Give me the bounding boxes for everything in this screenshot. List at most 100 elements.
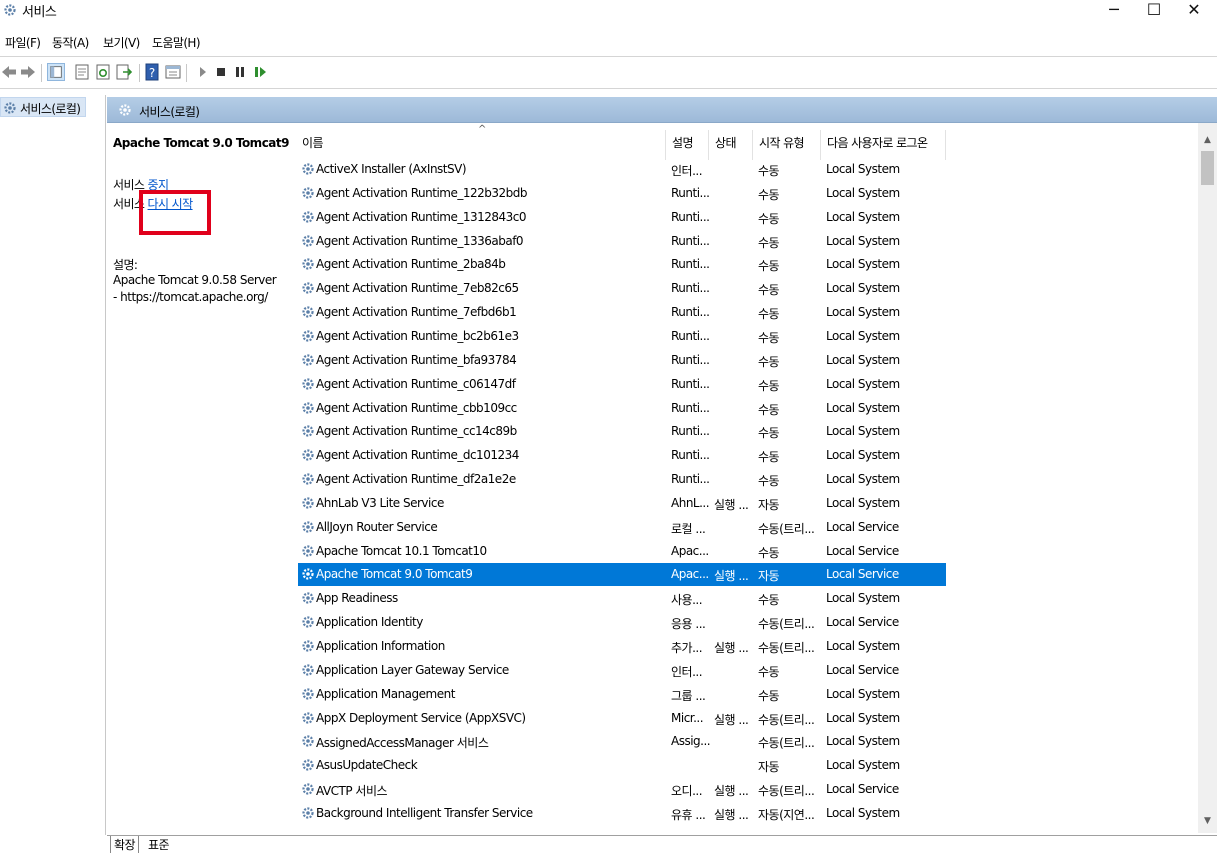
service-name: Agent Activation Runtime_cbb109cc <box>316 400 517 415</box>
tab-standard[interactable]: 표준 <box>145 836 172 853</box>
column-logon-as[interactable]: 다음 사용자로 로그온 <box>821 130 946 160</box>
service-startup-type-cell: 수동 <box>758 664 780 679</box>
gear-icon <box>302 688 314 700</box>
gear-icon <box>302 211 314 223</box>
back-icon[interactable] <box>0 63 18 81</box>
service-description-cell: 응용 ... <box>671 617 706 632</box>
table-row[interactable]: AllJoyn Router Service 로컬 ... 수동(트리... Loca… <box>298 516 946 539</box>
vertical-scrollbar[interactable]: ▲ ▼ <box>1198 123 1217 833</box>
show-hide-console-tree-icon[interactable] <box>47 63 65 81</box>
panel-header-title: 서비스(로컬) <box>139 105 200 119</box>
menu-divider <box>0 56 1217 57</box>
menu-help[interactable]: 도움말(H) <box>152 34 201 51</box>
column-name[interactable]: 이름 <box>296 130 666 160</box>
menu-action[interactable]: 동작(A) <box>52 34 89 51</box>
service-startup-type-cell: 수동(트리... <box>758 784 815 799</box>
menu-file[interactable]: 파일(F) <box>5 34 41 51</box>
table-row[interactable]: Agent Activation Runtime_c06147df Runti..… <box>298 373 946 396</box>
table-row[interactable]: AsusUpdateCheck 자동 Local System <box>298 754 946 777</box>
service-logon-cell: Local Service <box>826 615 899 630</box>
table-row[interactable]: Agent Activation Runtime_7eb82c65 Runti..… <box>298 277 946 300</box>
gear-icon <box>302 234 314 247</box>
refresh-icon[interactable] <box>94 63 112 81</box>
table-row[interactable]: Apache Tomcat 10.1 Tomcat10 Apac... 수동 Loca… <box>298 540 946 563</box>
forward-icon[interactable] <box>19 63 37 81</box>
service-startup-type-cell: 수동 <box>758 545 780 560</box>
gear-icon <box>302 568 314 581</box>
export-list-icon[interactable] <box>115 63 133 81</box>
toolbar: ? <box>0 60 1217 86</box>
column-description[interactable]: 설명 <box>666 130 709 160</box>
table-row[interactable]: AssignedAccessManager 서비스 Assig... 수동(트리..… <box>298 730 946 753</box>
table-row[interactable]: ActiveX Installer (AxInstSV) 인터... 수동 Local… <box>298 158 946 181</box>
scroll-thumb[interactable] <box>1201 151 1214 185</box>
gear-icon <box>302 163 314 175</box>
service-logon-cell: Local System <box>826 734 900 749</box>
service-startup-type-cell: 수동 <box>758 688 780 703</box>
scroll-down-icon[interactable]: ▼ <box>1198 813 1217 830</box>
table-row[interactable]: Application Information 추가... 실행 ... 수동(트리.… <box>298 635 946 658</box>
service-logon-cell: Local Service <box>826 782 899 797</box>
table-row[interactable]: Agent Activation Runtime_bc2b61e3 Runti..… <box>298 325 946 348</box>
service-logon-cell: Local System <box>826 448 900 463</box>
table-row[interactable]: App Readiness 사용... 수동 Local System <box>298 587 946 610</box>
maximize-button[interactable]: ☐ <box>1134 0 1174 22</box>
gear-icon <box>302 759 314 771</box>
table-row[interactable]: Agent Activation Runtime_122b32bdb Runti.… <box>298 182 946 205</box>
gear-icon <box>302 664 314 676</box>
table-row[interactable]: Agent Activation Runtime_1312843c0 Runti.… <box>298 206 946 229</box>
table-row[interactable]: Agent Activation Runtime_dc101234 Runti..… <box>298 444 946 467</box>
close-button[interactable]: ✕ <box>1174 0 1214 22</box>
table-row[interactable]: AppX Deployment Service (AppXSVC) Micr...… <box>298 707 946 730</box>
table-row[interactable]: Agent Activation Runtime_1336abaf0 Runti.… <box>298 230 946 253</box>
service-logon-cell: Local Service <box>826 519 899 534</box>
gear-icon <box>302 592 314 604</box>
table-row[interactable]: Application Management 그룹 ... 수동 Local Syst… <box>298 683 946 706</box>
service-logon-cell: Local System <box>826 591 900 606</box>
column-status[interactable]: 상태 <box>709 130 753 160</box>
service-logon-cell: Local System <box>826 305 900 320</box>
service-startup-type-cell: 수동 <box>758 593 780 608</box>
service-startup-type-cell: 수동(트리... <box>758 641 815 655</box>
properties-icon[interactable] <box>73 63 91 81</box>
table-row[interactable]: Background Intelligent Transfer Service 유… <box>298 802 946 825</box>
start-service-icon[interactable] <box>194 63 212 81</box>
table-row[interactable]: Agent Activation Runtime_cc14c89b Runti..… <box>298 420 946 443</box>
table-row[interactable]: Agent Activation Runtime_bfa93784 Runti..… <box>298 349 946 372</box>
stop-service-icon[interactable] <box>212 63 230 81</box>
gear-icon <box>302 258 314 270</box>
tab-extended[interactable]: 확장 <box>110 836 139 853</box>
service-name: AllJoyn Router Service <box>316 519 438 534</box>
service-description-cell: 유휴 ... <box>671 807 706 822</box>
scroll-up-icon[interactable]: ▲ <box>1198 132 1217 149</box>
service-startup-type-cell: 수동(트리... <box>758 712 815 727</box>
help-icon[interactable]: ? <box>144 63 162 81</box>
service-name: Agent Activation Runtime_c06147df <box>316 376 516 391</box>
tree-node-services-local[interactable]: 서비스(로컬) <box>0 97 86 117</box>
table-row[interactable]: Agent Activation Runtime_2ba84b Runti... 수… <box>298 253 946 276</box>
service-description-cell: 추가... <box>671 641 703 655</box>
table-row[interactable]: Agent Activation Runtime_cbb109cc Runti..… <box>298 397 946 420</box>
service-startup-type-cell: 수동 <box>758 187 780 202</box>
table-row[interactable]: AVCTP 서비스 오디... 실행 ... 수동(트리... Local Servic… <box>298 778 946 801</box>
restart-service-icon[interactable] <box>251 63 269 81</box>
column-startup-type[interactable]: 시작 유형 <box>753 130 821 160</box>
table-row[interactable]: Application Identity 응용 ... 수동(트리... Local … <box>298 611 946 634</box>
gear-icon <box>302 544 314 557</box>
table-row[interactable]: AhnLab V3 Lite Service AhnL... 실행 ... 자동 Loc… <box>298 492 946 515</box>
service-startup-type-cell: 수동 <box>758 450 780 465</box>
service-logon-cell: Local System <box>826 281 900 296</box>
pause-service-icon[interactable] <box>231 63 249 81</box>
menu-view[interactable]: 보기(V) <box>103 34 140 51</box>
table-row[interactable]: Application Layer Gateway Service 인터... 수동… <box>298 659 946 682</box>
service-logon-cell: Local System <box>826 257 900 272</box>
table-row[interactable]: Agent Activation Runtime_7efbd6b1 Runti..… <box>298 301 946 324</box>
minimize-button[interactable]: ─ <box>1094 0 1134 22</box>
service-name: Agent Activation Runtime_1336abaf0 <box>316 233 524 248</box>
gear-icon <box>302 521 314 533</box>
table-row[interactable]: Agent Activation Runtime_df2a1e2e Runti..… <box>298 468 946 491</box>
console-icon[interactable] <box>164 63 182 81</box>
service-description-cell: Runti... <box>671 233 710 248</box>
table-row[interactable]: Apache Tomcat 9.0 Tomcat9 Apac... 실행 ... 자동… <box>298 563 946 587</box>
service-name: Agent Activation Runtime_2ba84b <box>316 257 506 272</box>
